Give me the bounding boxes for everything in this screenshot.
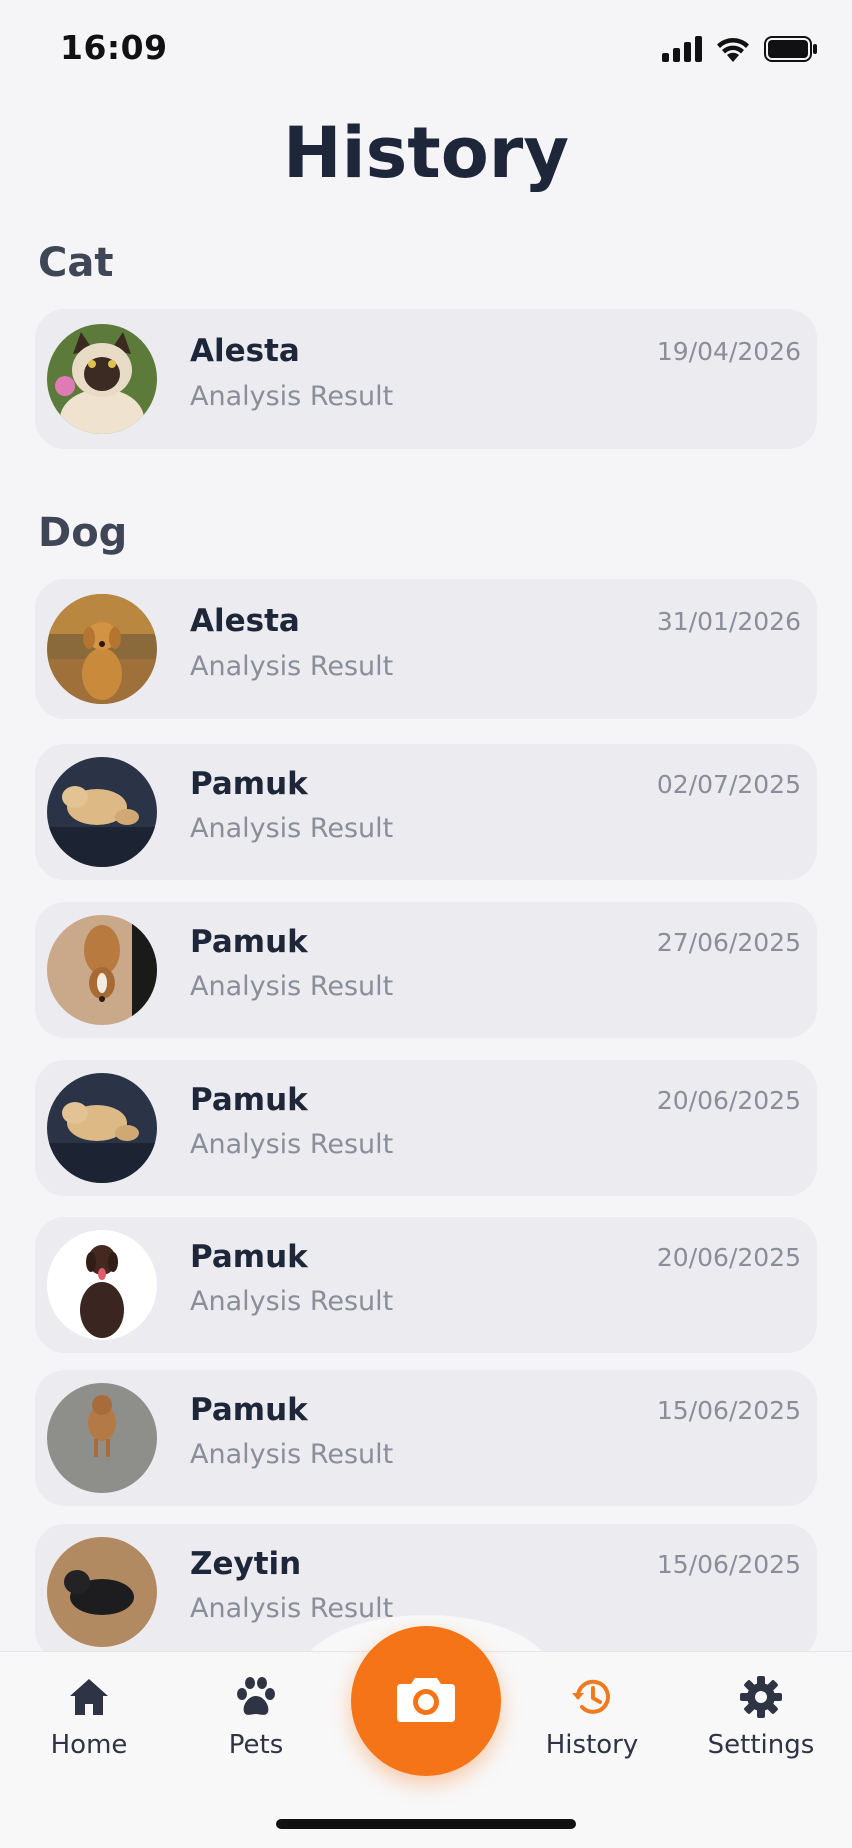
- tab-home[interactable]: Home: [14, 1672, 164, 1772]
- brown-labrador-avatar: [47, 1230, 157, 1340]
- card-date: 02/07/2025: [656, 770, 801, 799]
- wifi-icon: [716, 36, 750, 66]
- dog-on-sofa-avatar: [47, 757, 157, 867]
- card-subtitle: Analysis Result: [190, 651, 394, 682]
- history-card[interactable]: Alesta Analysis Result 31/01/2026: [35, 579, 817, 719]
- section-title-cat: Cat: [38, 240, 114, 286]
- pet-name: Pamuk: [190, 1239, 308, 1275]
- card-subtitle: Analysis Result: [190, 381, 394, 412]
- card-subtitle: Analysis Result: [190, 813, 394, 844]
- status-bar: 16:09: [0, 0, 852, 100]
- pet-name: Alesta: [190, 333, 300, 369]
- dog-on-sofa-avatar: [47, 1073, 157, 1183]
- pet-name: Pamuk: [190, 924, 308, 960]
- golden-dog-avatar: [47, 594, 157, 704]
- pet-name: Pamuk: [190, 1082, 308, 1118]
- history-card[interactable]: Alesta Analysis Result 19/04/2026: [35, 309, 817, 449]
- pet-name: Pamuk: [190, 1392, 308, 1428]
- history-icon: [517, 1672, 667, 1722]
- card-date: 27/06/2025: [656, 928, 801, 957]
- card-date: 15/06/2025: [656, 1550, 801, 1579]
- history-card[interactable]: Pamuk Analysis Result 20/06/2025: [35, 1217, 817, 1353]
- camera-scan-button[interactable]: [351, 1626, 501, 1776]
- card-date: 19/04/2026: [656, 337, 801, 366]
- section-title-dog: Dog: [38, 510, 128, 556]
- history-card[interactable]: Pamuk Analysis Result 02/07/2025: [35, 744, 817, 880]
- card-date: 15/06/2025: [656, 1396, 801, 1425]
- dog-on-pavement-avatar: [47, 1383, 157, 1493]
- card-subtitle: Analysis Result: [190, 1593, 394, 1624]
- tab-history[interactable]: History: [517, 1672, 667, 1772]
- paw-icon: [181, 1672, 331, 1722]
- tab-history-label: History: [545, 1730, 639, 1760]
- tab-home-label: Home: [50, 1730, 128, 1760]
- battery-icon: [764, 36, 818, 66]
- tab-settings-label: Settings: [707, 1730, 815, 1760]
- history-card[interactable]: Pamuk Analysis Result 20/06/2025: [35, 1060, 817, 1196]
- card-date: 20/06/2025: [656, 1243, 801, 1272]
- pet-name: Zeytin: [190, 1546, 302, 1582]
- pet-name: Alesta: [190, 603, 300, 639]
- status-icons: [662, 36, 818, 66]
- home-indicator: [276, 1819, 576, 1829]
- status-time: 16:09: [60, 28, 168, 67]
- card-date: 31/01/2026: [656, 607, 801, 636]
- tab-pets[interactable]: Pets: [181, 1672, 331, 1772]
- history-card[interactable]: Pamuk Analysis Result 15/06/2025: [35, 1370, 817, 1506]
- cat-avatar: [47, 324, 157, 434]
- dog-on-tiles-avatar: [47, 915, 157, 1025]
- pet-name: Pamuk: [190, 766, 308, 802]
- card-date: 20/06/2025: [656, 1086, 801, 1115]
- history-card[interactable]: Pamuk Analysis Result 27/06/2025: [35, 902, 817, 1038]
- card-subtitle: Analysis Result: [190, 971, 394, 1002]
- tab-settings[interactable]: Settings: [686, 1672, 836, 1772]
- tab-pets-label: Pets: [228, 1730, 284, 1760]
- home-icon: [14, 1672, 164, 1722]
- cellular-signal-icon: [662, 36, 702, 66]
- black-dog-avatar: [47, 1537, 157, 1647]
- gear-icon: [686, 1672, 836, 1722]
- card-subtitle: Analysis Result: [190, 1439, 394, 1470]
- card-subtitle: Analysis Result: [190, 1129, 394, 1160]
- page-title: History: [283, 112, 569, 194]
- card-subtitle: Analysis Result: [190, 1286, 394, 1317]
- camera-icon: [395, 1674, 457, 1728]
